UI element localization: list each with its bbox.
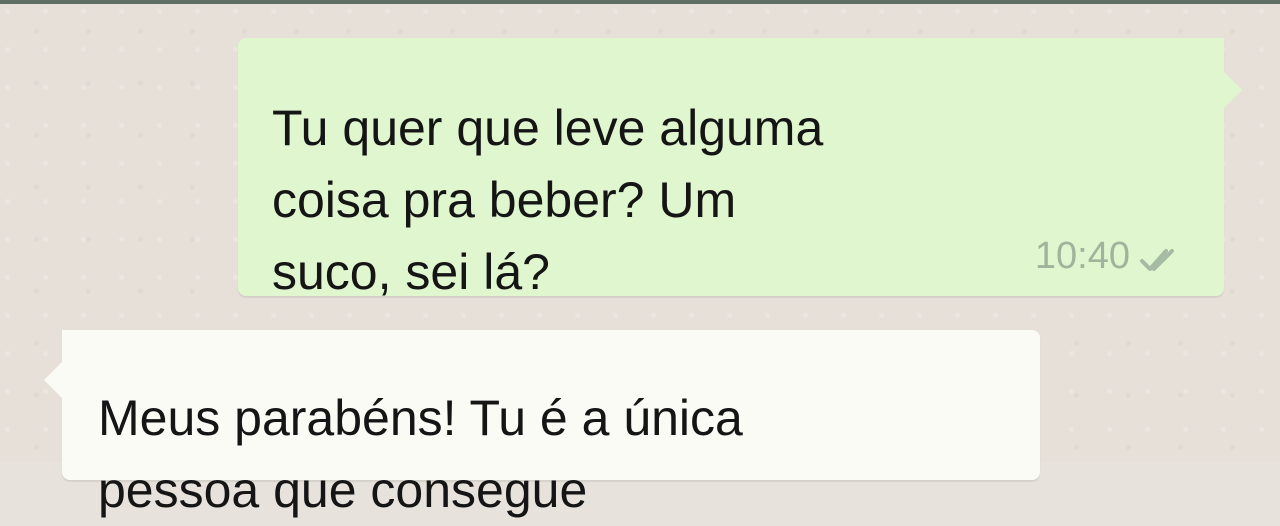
message-meta: 10:40	[1035, 234, 1184, 278]
message-line: Tu quer que leve alguma	[272, 100, 824, 156]
incoming-message-bubble[interactable]: Meus parabéns! Tu é a única pessoa que c…	[44, 330, 1040, 518]
top-strip	[0, 0, 1280, 4]
double-check-icon	[1138, 241, 1184, 271]
outgoing-message-bubble[interactable]: Tu quer que leve alguma coisa pra beber?…	[238, 38, 1242, 300]
message-time: 10:40	[1034, 235, 1130, 277]
message-line: coisa pra beber? Um	[272, 172, 737, 228]
message-line: pessoa que consegue	[98, 462, 588, 518]
message-line: Meus parabéns! Tu é a única	[98, 390, 743, 446]
